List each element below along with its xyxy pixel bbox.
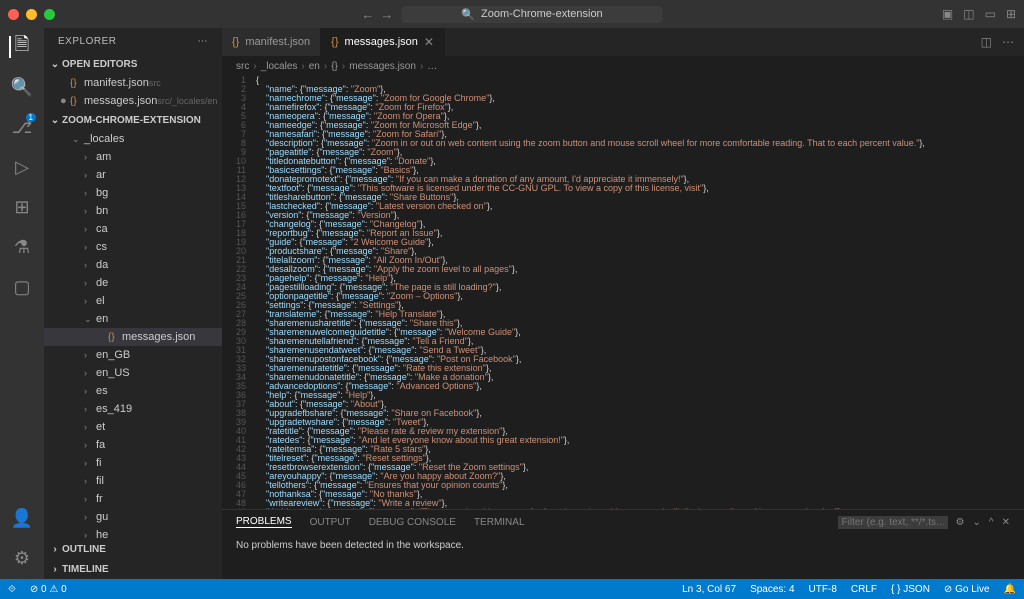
source-control-icon[interactable]: ⎇1 (11, 116, 33, 138)
layout-secondary-icon[interactable]: ▭ (985, 7, 996, 21)
file-tree-item[interactable]: › fa (44, 436, 222, 454)
open-editors-section[interactable]: ⌄OPEN EDITORS (44, 54, 222, 74)
file-tree-item[interactable]: › da (44, 256, 222, 274)
nav-back-icon[interactable]: ← (361, 7, 374, 22)
status-item[interactable]: { } JSON (891, 584, 930, 595)
breadcrumb-item[interactable]: … (427, 61, 437, 72)
more-icon[interactable]: ⋯ (198, 36, 209, 47)
maximize-window[interactable] (44, 9, 55, 20)
outline-section[interactable]: ›OUTLINE (44, 539, 222, 559)
command-center[interactable]: 🔍 Zoom-Chrome-extension (401, 6, 662, 23)
file-tree-item[interactable]: › el (44, 292, 222, 310)
problems-body: No problems have been detected in the wo… (222, 534, 1024, 579)
file-tree-item[interactable]: › fi (44, 454, 222, 472)
minimize-window[interactable] (26, 9, 37, 20)
breadcrumb-item[interactable]: {} (331, 61, 338, 72)
search-icon[interactable]: 🔍 (11, 76, 33, 98)
status-item[interactable]: UTF-8 (809, 584, 837, 595)
status-item[interactable]: Spaces: 4 (750, 584, 794, 595)
settings-icon[interactable]: ⚙ (11, 547, 33, 569)
file-tree-item[interactable]: › ar (44, 166, 222, 184)
breadcrumb-item[interactable]: src (236, 61, 249, 72)
run-debug-icon[interactable]: ▷ (11, 156, 33, 178)
file-tree-item[interactable]: ⌄ en (44, 310, 222, 328)
open-editor-item[interactable]: ●{} messages.json src/_locales/en (44, 92, 222, 110)
status-remote[interactable]: ⟐ (8, 584, 16, 595)
file-tree-item[interactable]: › fil (44, 472, 222, 490)
file-tree-item[interactable]: › ca (44, 220, 222, 238)
file-tree-item[interactable]: › gu (44, 508, 222, 526)
file-tree-item[interactable]: › en_US (44, 364, 222, 382)
editor-tab[interactable]: {}manifest.json (222, 28, 321, 56)
customize-layout-icon[interactable]: ⊞ (1006, 7, 1016, 21)
project-title: Zoom-Chrome-extension (481, 8, 603, 20)
explorer-icon[interactable]: 🗎 (9, 36, 31, 58)
close-window[interactable] (8, 9, 19, 20)
collapse-icon[interactable]: ⌄ (973, 517, 981, 528)
file-tree-item[interactable]: {} messages.json (44, 328, 222, 346)
accounts-icon[interactable]: 👤 (11, 507, 33, 529)
file-tree-item[interactable]: › fr (44, 490, 222, 508)
file-tree-item[interactable]: › am (44, 148, 222, 166)
file-tree-item[interactable]: › bn (44, 202, 222, 220)
status-item[interactable]: 🔔 (1004, 584, 1016, 595)
project-section[interactable]: ⌄ZOOM-CHROME-EXTENSION (44, 110, 222, 130)
file-tree-item[interactable]: › bg (44, 184, 222, 202)
layout-panel-icon[interactable]: ▣ (942, 7, 953, 21)
timeline-section[interactable]: ›TIMELINE (44, 559, 222, 579)
file-tree-item[interactable]: ⌄ _locales (44, 130, 222, 148)
layout-sidebar-icon[interactable]: ◫ (963, 7, 974, 21)
breadcrumb-item[interactable]: en (309, 61, 320, 72)
editor-tab[interactable]: {}messages.json✕ (321, 28, 445, 56)
breadcrumb-item[interactable]: messages.json (349, 61, 416, 72)
panel-tab[interactable]: TERMINAL (474, 517, 525, 528)
file-tree-item[interactable]: › en_GB (44, 346, 222, 364)
file-tree-item[interactable]: › cs (44, 238, 222, 256)
file-tree-item[interactable]: › de (44, 274, 222, 292)
panel-tab[interactable]: OUTPUT (310, 517, 351, 528)
file-tree-item[interactable]: › es_419 (44, 400, 222, 418)
panel-tab[interactable]: DEBUG CONSOLE (369, 517, 456, 528)
panel-tab[interactable]: PROBLEMS (236, 516, 292, 528)
nav-forward-icon[interactable]: → (380, 7, 393, 22)
sidebar-title: EXPLORER (58, 36, 116, 47)
split-editor-icon[interactable]: ◫ (981, 35, 992, 49)
status-errors[interactable]: ⊘ 0 ⚠ 0 (30, 584, 67, 595)
extensions-icon[interactable]: ⊞ (11, 196, 33, 218)
search-icon: 🔍 (461, 8, 475, 21)
file-tree-item[interactable]: › he (44, 526, 222, 539)
file-tree-item[interactable]: › et (44, 418, 222, 436)
maximize-panel-icon[interactable]: ^ (989, 517, 994, 528)
status-item[interactable]: CRLF (851, 584, 877, 595)
testing-icon[interactable]: ⚗ (11, 236, 33, 258)
breadcrumb-item[interactable]: _locales (261, 61, 298, 72)
remote-icon[interactable]: ▢ (11, 276, 33, 298)
open-editor-item[interactable]: {} manifest.json src (44, 74, 222, 92)
file-tree-item[interactable]: › es (44, 382, 222, 400)
status-item[interactable]: Ln 3, Col 67 (682, 584, 736, 595)
close-panel-icon[interactable]: ✕ (1002, 517, 1010, 528)
close-tab-icon[interactable]: ✕ (424, 35, 434, 49)
status-item[interactable]: ⊘ Go Live (944, 584, 990, 595)
tab-more-icon[interactable]: ⋯ (1002, 35, 1014, 49)
filter-icon[interactable]: ⚙ (956, 517, 965, 528)
problems-filter[interactable] (838, 516, 948, 529)
